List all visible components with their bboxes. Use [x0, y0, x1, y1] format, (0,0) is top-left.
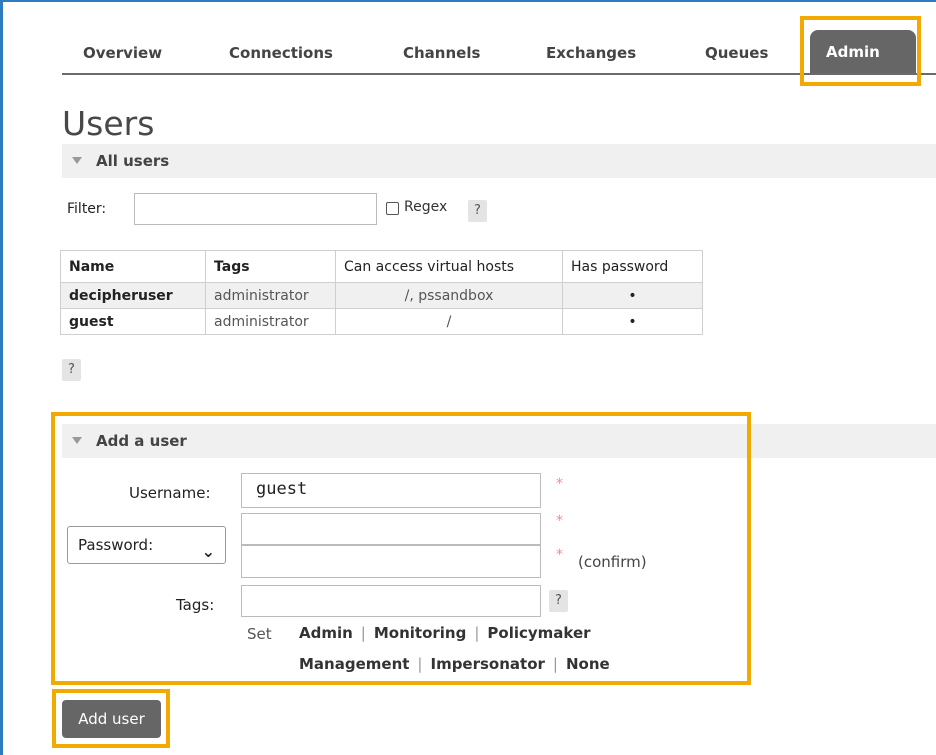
- chevron-down-icon: ⌄: [201, 542, 215, 561]
- window-frame-left: [0, 0, 3, 755]
- tag-option-admin[interactable]: Admin: [299, 624, 353, 642]
- password-input[interactable]: [241, 513, 541, 545]
- tag-option-none[interactable]: None: [566, 655, 610, 673]
- all-users-section-label: All users: [96, 152, 170, 170]
- collapse-triangle-icon: [72, 157, 82, 164]
- tag-option-management[interactable]: Management: [299, 655, 409, 673]
- tab-connections[interactable]: Connections: [229, 44, 333, 62]
- password-type-select[interactable]: Password: ⌄: [67, 526, 226, 564]
- tag-options-line-1: Admin | Monitoring | Policymaker: [299, 624, 591, 642]
- tags-input[interactable]: [241, 585, 541, 617]
- tab-queues[interactable]: Queues: [705, 44, 768, 62]
- user-tags-cell: administrator: [205, 308, 336, 335]
- tab-admin[interactable]: Admin: [810, 30, 916, 74]
- tag-separator: |: [360, 624, 366, 642]
- required-asterisk: *: [556, 547, 563, 563]
- column-header-vhosts[interactable]: Can access virtual hosts: [335, 250, 563, 283]
- tag-option-impersonator[interactable]: Impersonator: [430, 655, 544, 673]
- regex-label: Regex: [404, 199, 448, 215]
- window-frame-top: [0, 0, 936, 2]
- tag-separator: |: [417, 655, 423, 673]
- user-vhosts-cell: /, pssandbox: [335, 282, 563, 309]
- users-table: Name Tags Can access virtual hosts Has p…: [60, 250, 703, 335]
- column-header-tags[interactable]: Tags: [205, 250, 336, 283]
- table-row[interactable]: decipheruser administrator /, pssandbox …: [60, 282, 703, 309]
- column-header-name[interactable]: Name: [60, 250, 206, 283]
- all-users-section-header[interactable]: All users: [62, 144, 936, 178]
- regex-checkbox[interactable]: [386, 202, 399, 215]
- password-select-value: Password:: [78, 536, 154, 554]
- tag-separator: |: [552, 655, 558, 673]
- table-row[interactable]: guest administrator / •: [60, 308, 703, 335]
- collapse-triangle-icon: [72, 437, 82, 444]
- tab-channels[interactable]: Channels: [403, 44, 480, 62]
- tab-exchanges[interactable]: Exchanges: [546, 44, 636, 62]
- add-user-section-label: Add a user: [96, 432, 187, 450]
- user-vhosts-cell: /: [335, 308, 563, 335]
- tag-options-line-2: Management | Impersonator | None: [299, 655, 610, 673]
- username-input[interactable]: guest: [241, 473, 541, 508]
- add-user-button[interactable]: Add user: [62, 700, 161, 738]
- required-asterisk: *: [556, 513, 563, 529]
- table-help-button[interactable]: ?: [62, 359, 81, 381]
- tags-help-button[interactable]: ?: [549, 590, 568, 612]
- main-nav-tabs: Overview Connections Channels Exchanges …: [62, 30, 936, 74]
- tag-separator: |: [474, 624, 480, 642]
- tags-label: Tags:: [176, 596, 215, 614]
- tab-overview[interactable]: Overview: [83, 44, 162, 62]
- password-confirm-input[interactable]: [241, 545, 541, 578]
- user-name-link[interactable]: decipheruser: [60, 282, 206, 309]
- user-name-link[interactable]: guest: [60, 308, 206, 335]
- filter-help-button[interactable]: ?: [468, 200, 487, 222]
- required-asterisk: *: [556, 476, 563, 492]
- filter-input[interactable]: [134, 193, 377, 225]
- tag-option-monitoring[interactable]: Monitoring: [374, 624, 466, 642]
- set-label: Set: [247, 625, 272, 643]
- has-password-dot: •: [562, 308, 703, 335]
- add-user-section-header[interactable]: Add a user: [62, 424, 936, 458]
- tag-option-policymaker[interactable]: Policymaker: [487, 624, 590, 642]
- page-title: Users: [62, 104, 155, 143]
- user-tags-cell: administrator: [205, 282, 336, 309]
- tabs-underline: [62, 73, 936, 75]
- users-table-header-row: Name Tags Can access virtual hosts Has p…: [60, 250, 703, 283]
- has-password-dot: •: [562, 282, 703, 309]
- confirm-label: (confirm): [578, 553, 647, 571]
- column-header-has-password[interactable]: Has password: [562, 250, 703, 283]
- username-label: Username:: [129, 484, 211, 502]
- filter-label: Filter:: [67, 201, 107, 217]
